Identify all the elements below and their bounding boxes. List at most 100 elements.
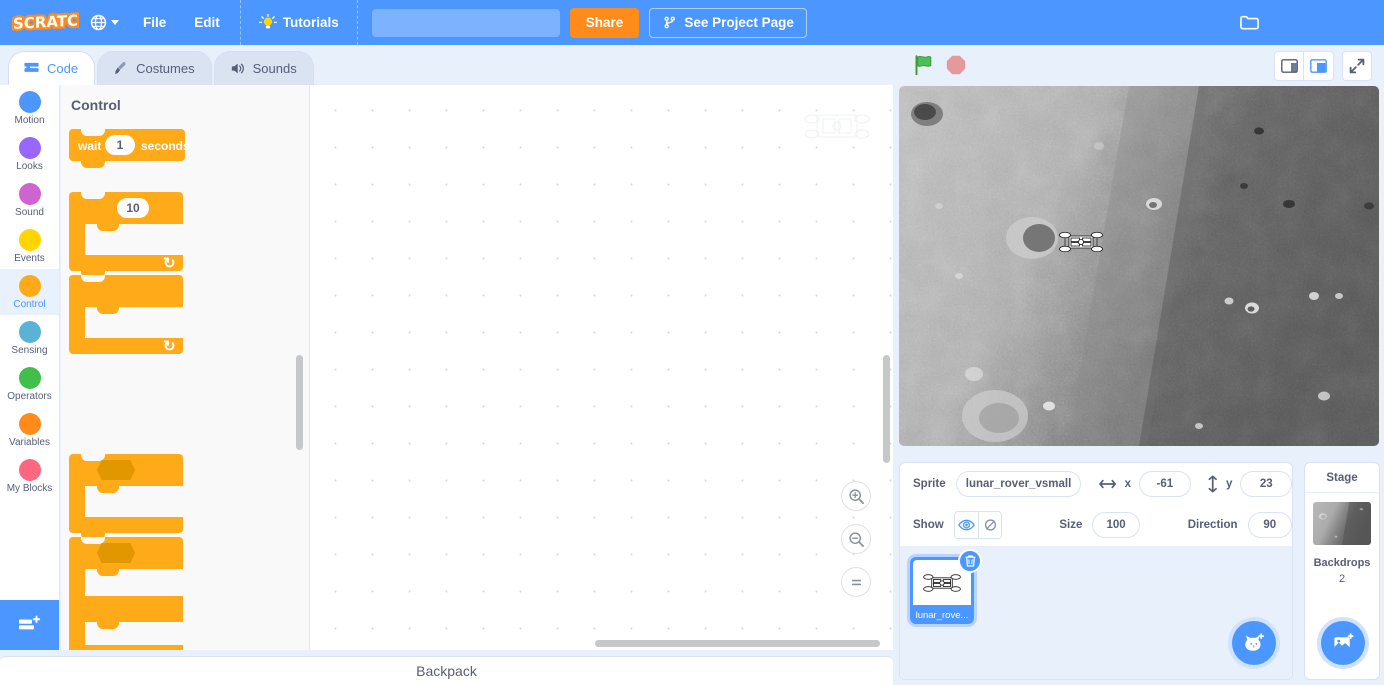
zoom-reset-button[interactable]	[841, 567, 871, 597]
sprite-y-label: y	[1226, 478, 1233, 490]
menu-file[interactable]: File	[129, 0, 180, 45]
tab-sounds-label: Sounds	[252, 61, 297, 76]
block-if-then[interactable]: if then	[69, 454, 183, 540]
stage[interactable]	[899, 86, 1379, 446]
tab-sounds[interactable]: Sounds	[213, 51, 314, 85]
category-looks[interactable]: Looks	[0, 131, 59, 177]
category-label: Events	[14, 252, 45, 264]
sprite-show-label: Show	[913, 519, 944, 531]
category-label: Sensing	[11, 344, 48, 356]
vertical-arrows-icon	[1208, 475, 1217, 493]
palette-scrollbar[interactable]	[296, 355, 303, 450]
stage-selector-header: Stage	[1305, 463, 1379, 493]
fullscreen-button[interactable]	[1342, 51, 1372, 81]
sprite-name-input[interactable]: lunar_rover_vsmall	[955, 471, 1082, 497]
workspace-horizontal-scrollbar[interactable]	[595, 640, 880, 647]
backpack-panel[interactable]: Backpack	[0, 656, 893, 685]
add-sprite-button[interactable]	[1232, 621, 1276, 665]
block-if-else[interactable]: if then else	[69, 537, 183, 650]
sprite-list-item-name: lunar_rove...	[915, 610, 969, 621]
large-stage-button[interactable]	[1304, 51, 1334, 81]
category-sound[interactable]: Sound	[0, 177, 59, 223]
stop-sign-icon[interactable]	[945, 54, 967, 76]
boolean-input-slot[interactable]	[97, 460, 135, 480]
stage-selector-panel: Stage Backdrops 2	[1304, 462, 1380, 680]
trash-icon	[964, 555, 976, 567]
block-wait[interactable]: wait 1 seconds	[69, 129, 190, 168]
menu-tutorials[interactable]: Tutorials	[247, 0, 351, 45]
category-color-dot	[18, 136, 41, 159]
category-variables[interactable]: Variables	[0, 407, 59, 453]
category-control[interactable]: Control	[0, 269, 59, 315]
category-label: Motion	[14, 114, 45, 126]
sprite-name-label: Sprite	[913, 478, 946, 490]
zoom-out-button[interactable]	[841, 524, 871, 554]
add-extension-button[interactable]	[0, 600, 59, 650]
fullscreen-icon	[1349, 58, 1365, 74]
delete-sprite-button[interactable]	[958, 549, 982, 573]
boolean-input-slot[interactable]	[97, 543, 135, 563]
block-forever[interactable]: forever ↻	[69, 275, 183, 355]
block-wait-input[interactable]: 1	[105, 135, 135, 155]
category-color-dot	[18, 274, 41, 297]
block-wait-label: wait	[78, 139, 102, 153]
category-events[interactable]: Events	[0, 223, 59, 269]
scratch-logo[interactable]: SCRATCH SCRATCH	[10, 10, 80, 36]
small-stage-button[interactable]	[1274, 51, 1304, 81]
sprite-y-input[interactable]: 23	[1240, 471, 1293, 497]
category-my-blocks[interactable]: My Blocks	[0, 453, 59, 499]
lunar-rover-sprite[interactable]	[1058, 228, 1104, 256]
show-hidden-button[interactable]	[977, 512, 1002, 538]
project-name-input[interactable]	[371, 8, 560, 37]
sprite-direction-input[interactable]: 90	[1247, 512, 1292, 538]
add-backdrop-button[interactable]	[1321, 621, 1365, 665]
small-stage-layout-icon	[1280, 59, 1298, 73]
zoom-in-button[interactable]	[841, 481, 871, 511]
sprite-list-item[interactable]: lunar_rove...	[910, 549, 982, 624]
share-button[interactable]: Share	[569, 7, 640, 38]
category-operators[interactable]: Operators	[0, 361, 59, 407]
large-stage-layout-icon	[1310, 59, 1327, 73]
block-palette[interactable]: Control wait 1 seconds repeat 10 ↻ forev…	[61, 85, 310, 650]
workspace-zoom-controls	[841, 481, 871, 610]
show-visible-button[interactable]	[954, 512, 978, 538]
fork-icon	[664, 16, 676, 29]
category-motion[interactable]: Motion	[0, 85, 59, 131]
category-color-dot	[18, 412, 41, 435]
horizontal-arrows-icon	[1099, 479, 1117, 489]
scratch-logo-icon: SCRATCH SCRATCH	[11, 11, 79, 35]
chevron-down-icon	[111, 20, 119, 25]
zoom-out-icon	[848, 531, 864, 547]
see-project-page-button[interactable]: See Project Page	[649, 7, 807, 38]
folder-icon[interactable]	[1239, 13, 1260, 32]
tab-costumes[interactable]: Costumes	[97, 51, 212, 85]
svg-text:SCRATCH: SCRATCH	[13, 11, 79, 33]
green-flag-icon[interactable]	[912, 53, 936, 77]
tab-code[interactable]: Code	[8, 51, 96, 85]
lightbulb-icon	[258, 13, 277, 28]
block-repeat-input[interactable]: 10	[117, 198, 149, 218]
sprite-size-input[interactable]: 100	[1092, 512, 1140, 538]
language-selector[interactable]	[80, 0, 129, 45]
sprite-direction-label: Direction	[1187, 519, 1238, 531]
category-sensing[interactable]: Sensing	[0, 315, 59, 361]
backdrops-count: 2	[1338, 573, 1346, 585]
sprite-size-label: Size	[1059, 519, 1083, 531]
eye-open-icon	[957, 519, 975, 531]
stage-backdrop-thumbnail[interactable]	[1313, 502, 1371, 545]
block-category-rail: Motion Looks Sound Events Control Sensin…	[0, 85, 60, 650]
block-repeat[interactable]: repeat 10 ↻	[69, 192, 183, 278]
menu-edit[interactable]: Edit	[180, 0, 234, 45]
sprite-watermark-icon	[804, 114, 870, 139]
add-backdrop-image-icon	[1333, 632, 1354, 650]
block-wait-suffix: seconds	[141, 139, 190, 153]
menu-divider-2	[356, 0, 358, 45]
menu-tutorials-label: Tutorials	[282, 15, 339, 30]
sprite-x-input[interactable]: -61	[1139, 471, 1191, 497]
lunar-surface-backdrop	[899, 86, 1379, 446]
lunar-rover-thumb-icon	[923, 573, 961, 592]
code-workspace[interactable]	[310, 85, 893, 650]
workspace-vertical-scrollbar[interactable]	[883, 355, 890, 463]
category-color-dot	[18, 458, 41, 481]
zoom-reset-icon	[851, 579, 861, 585]
